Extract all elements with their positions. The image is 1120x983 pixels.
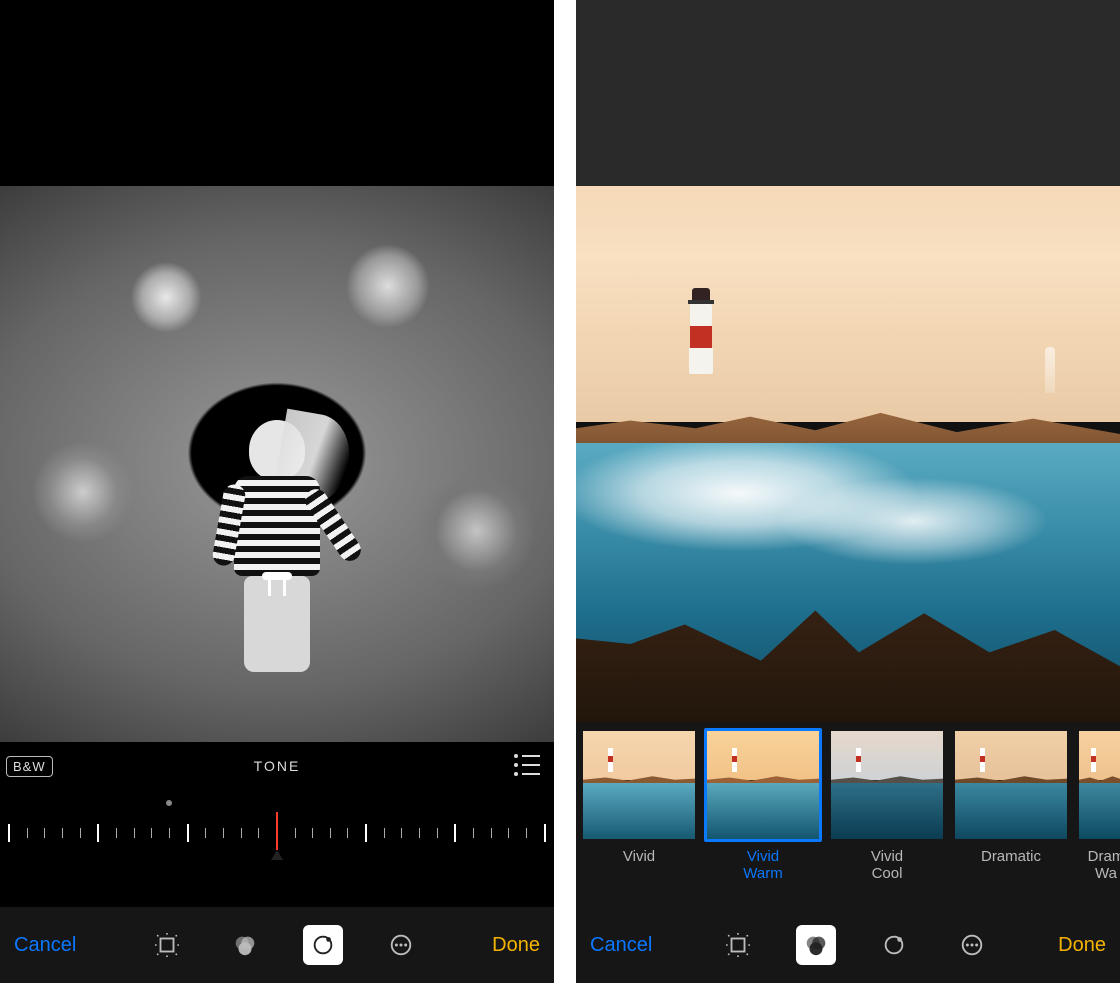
tone-controls: B&W TONE (0, 742, 554, 907)
toolbar-left: Cancel (0, 907, 554, 983)
done-button[interactable]: Done (492, 934, 540, 957)
filter-label: Dram Wa (1076, 848, 1120, 883)
blank-header-left (0, 0, 554, 186)
filters-button[interactable] (225, 925, 265, 965)
filter-thumb-vividcool[interactable]: Vivid Cool (828, 728, 946, 883)
adjust-button[interactable] (303, 925, 343, 965)
crop-rotate-button[interactable] (147, 925, 187, 965)
scene-distant-marker (1045, 347, 1055, 393)
photo-editor-right: Vivid Vivid WarmVivid Cool Dramatic Dram Wa… (576, 0, 1120, 983)
scene-lighthouse (690, 288, 712, 380)
filter-label: Dramatic (952, 848, 1070, 865)
filter-thumb-vividwarm[interactable]: Vivid Warm (704, 728, 822, 883)
filters-icon (232, 932, 258, 958)
filter-label: Vivid (580, 848, 698, 865)
adjust-icon (881, 932, 907, 958)
scene-sky (576, 186, 1120, 422)
filter-thumb-dramatic[interactable]: Dramatic (952, 728, 1070, 865)
cancel-button[interactable]: Cancel (14, 934, 76, 957)
filters-icon (803, 932, 829, 958)
cancel-button[interactable]: Cancel (590, 934, 652, 957)
tone-title: TONE (254, 758, 301, 774)
tone-slider[interactable] (0, 800, 554, 870)
filter-thumbnail-image (1076, 728, 1120, 842)
filter-thumbnail-image (704, 728, 822, 842)
filter-thumb-vivid[interactable]: Vivid (580, 728, 698, 865)
crop-rotate-button[interactable] (718, 925, 758, 965)
bw-badge[interactable]: B&W (6, 756, 53, 777)
adjust-button[interactable] (874, 925, 914, 965)
more-button[interactable] (952, 925, 992, 965)
slider-origin-dot (166, 800, 172, 806)
filter-thumb-dramwarm[interactable]: Dram Wa (1076, 728, 1120, 883)
filter-thumbnail-image (580, 728, 698, 842)
crop-rotate-icon (154, 932, 180, 958)
pane-divider (554, 0, 576, 983)
adjust-icon (310, 932, 336, 958)
crop-rotate-icon (725, 932, 751, 958)
filter-strip[interactable]: Vivid Vivid WarmVivid Cool Dramatic Dram Wa (576, 722, 1120, 907)
bw-subject-child (217, 420, 337, 680)
toolbar-right: Cancel (576, 907, 1120, 983)
photo-preview-bw[interactable] (0, 186, 554, 742)
more-icon (959, 932, 985, 958)
filter-label: Vivid Cool (828, 848, 946, 883)
done-button[interactable]: Done (1058, 934, 1106, 957)
slider-needle[interactable] (276, 812, 278, 850)
photo-preview-color[interactable] (576, 186, 1120, 722)
blank-header-right (576, 0, 1120, 186)
more-icon (388, 932, 414, 958)
filter-thumbnail-image (828, 728, 946, 842)
list-icon[interactable] (514, 754, 540, 776)
filters-button[interactable] (796, 925, 836, 965)
photo-editor-left: B&W TONE Cancel (0, 0, 554, 983)
filter-thumbnail-image (952, 728, 1070, 842)
filter-label: Vivid Warm (704, 848, 822, 883)
more-button[interactable] (381, 925, 421, 965)
